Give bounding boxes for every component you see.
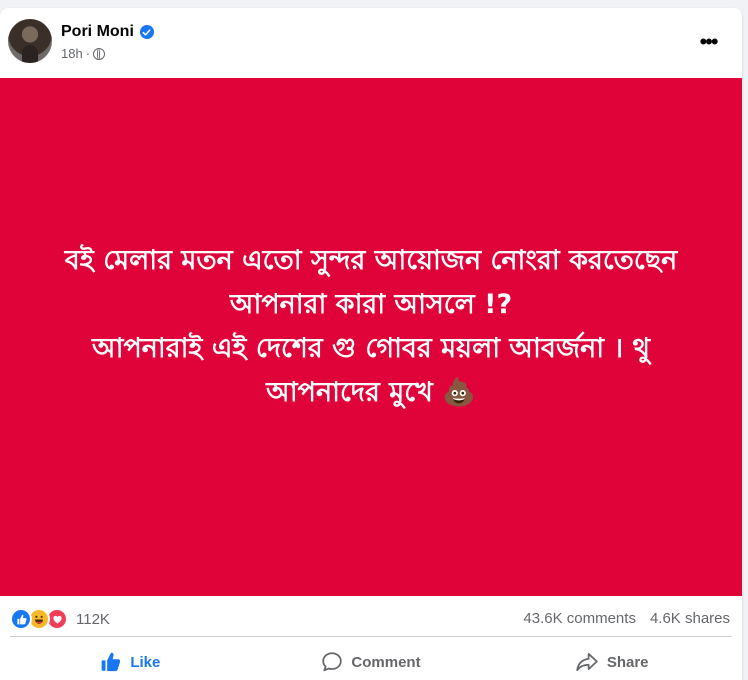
post-text-line: আপনারাই এই দেশের গু গোবর ময়লা আবর্জনা ।…: [91, 333, 650, 364]
like-label: Like: [130, 653, 161, 671]
post-text-line: বই মেলার মতন এতো সুন্দর আয়োজন নোংরা করত…: [64, 245, 678, 276]
globe-icon: [93, 47, 106, 60]
post-text-line: আপনাদের মুখে 💩: [266, 377, 476, 408]
comment-button[interactable]: Comment: [251, 644, 492, 680]
share-button[interactable]: Share: [491, 644, 732, 680]
share-icon: [576, 652, 598, 672]
engagement-counts: 43.6K comments 4.6K shares: [523, 610, 730, 627]
post-text-banner: বই মেলার মতন এতো সুন্দর আয়োজন নোংরা করত…: [0, 78, 742, 596]
comment-icon: [322, 652, 343, 672]
more-options-button[interactable]: •••: [690, 24, 726, 60]
shares-count-link[interactable]: 4.6K shares: [650, 610, 730, 627]
verified-badge-icon: [139, 25, 154, 39]
comments-count-link[interactable]: 43.6K comments: [523, 610, 636, 627]
post-header: Pori Moni 18h · •••: [0, 8, 742, 78]
comment-label: Comment: [351, 653, 421, 671]
more-dots-icon: •••: [699, 29, 718, 54]
post-actions: Like Comment Share: [10, 644, 732, 680]
actions-divider: [10, 636, 732, 637]
post-time[interactable]: 18h: [61, 46, 83, 61]
post-text-line: আপনারা কারা আসলে !?: [229, 289, 513, 320]
post-text: বই মেলার মতন এতো সুন্দর আয়োজন নোংরা করত…: [31, 239, 711, 415]
reactions-count: 112K: [76, 610, 110, 628]
thumbs-up-icon: [101, 652, 121, 672]
author-name[interactable]: Pori Moni: [61, 23, 134, 41]
post-card: Pori Moni 18h · ••• বই মেলার মতন এতো সুন…: [0, 8, 742, 680]
post-meta: 18h ·: [61, 46, 106, 61]
author-avatar[interactable]: [8, 19, 52, 63]
author-row: Pori Moni: [61, 22, 154, 42]
reactions-summary[interactable]: 112K: [10, 608, 110, 630]
post-stats: 112K 43.6K comments 4.6K shares: [0, 604, 742, 632]
like-reaction-icon: [10, 608, 32, 630]
like-button[interactable]: Like: [10, 644, 251, 680]
meta-separator: ·: [85, 46, 91, 61]
share-label: Share: [606, 653, 649, 671]
